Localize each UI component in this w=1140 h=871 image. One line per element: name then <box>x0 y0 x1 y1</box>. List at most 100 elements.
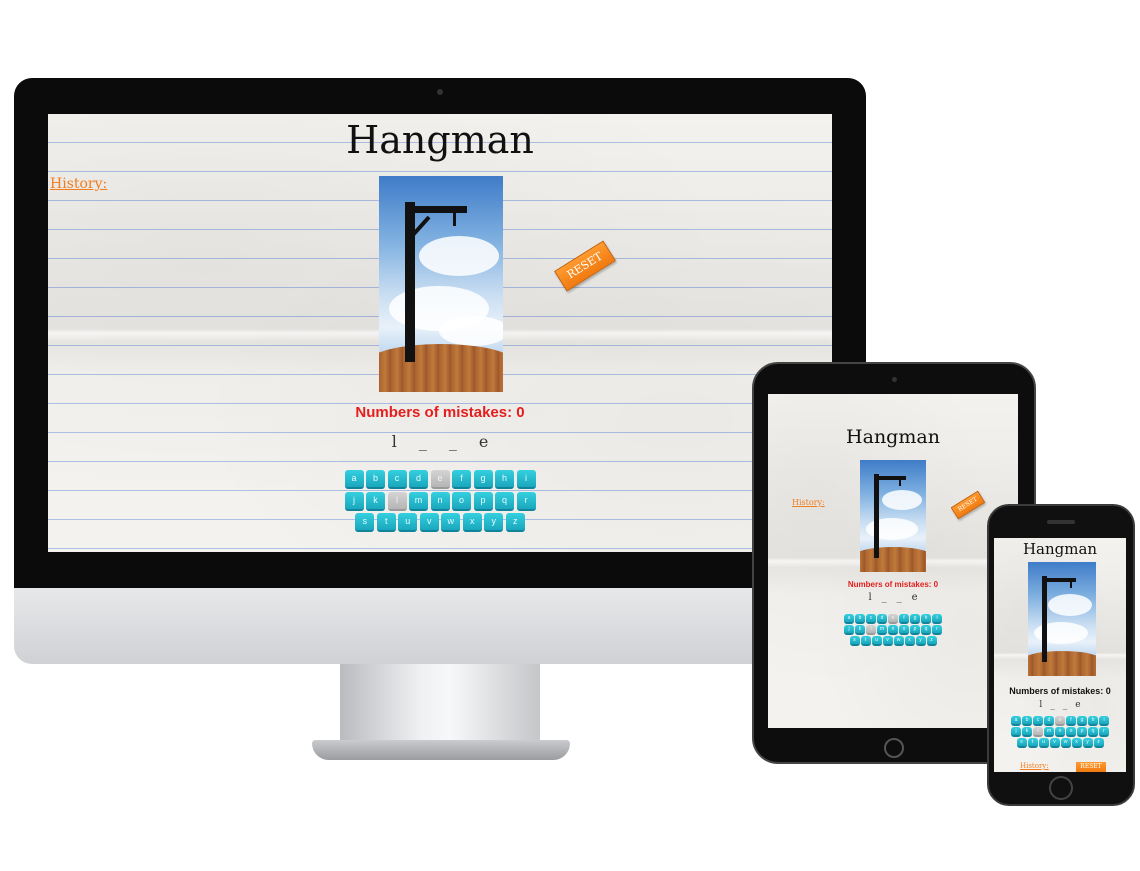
letter-key-p[interactable]: p <box>1077 727 1087 737</box>
letter-key-u[interactable]: u <box>871 636 882 646</box>
desktop-screen: Hangman History: RESET Numbers of mistak… <box>48 114 832 552</box>
letter-key-k[interactable]: k <box>1022 727 1032 737</box>
letter-key-z[interactable]: z <box>926 636 937 646</box>
letter-key-b[interactable]: b <box>366 470 385 489</box>
letter-key-b[interactable]: b <box>1022 716 1032 726</box>
reset-button[interactable]: RESET <box>554 240 616 292</box>
letter-key-o[interactable]: o <box>452 491 471 511</box>
letter-key-t[interactable]: t <box>376 513 396 532</box>
letter-key-g[interactable]: g <box>473 470 493 489</box>
letter-key-n[interactable]: n <box>430 491 450 511</box>
letter-key-v[interactable]: v <box>882 636 893 646</box>
letter-key-d[interactable]: d <box>877 614 887 624</box>
letter-key-z[interactable]: z <box>505 513 525 532</box>
letter-key-m[interactable]: m <box>409 491 428 511</box>
letter-key-y[interactable]: y <box>915 636 926 646</box>
history-link[interactable]: History: <box>792 498 825 507</box>
letter-key-s[interactable]: s <box>849 636 860 646</box>
letter-key-a[interactable]: a <box>1011 716 1021 726</box>
letter-key-f[interactable]: f <box>452 470 471 489</box>
word-display: l _ _ e <box>994 700 1126 710</box>
letter-key-f[interactable]: f <box>899 614 909 624</box>
letter-key-d[interactable]: d <box>1044 716 1054 726</box>
letter-key-t[interactable]: t <box>860 636 871 646</box>
letter-key-c[interactable]: c <box>387 470 407 489</box>
keyboard-row: stuvwxyz <box>849 636 937 646</box>
letter-key-l[interactable]: l <box>866 625 876 635</box>
page-title: Hangman <box>346 118 534 162</box>
letter-key-q[interactable]: q <box>495 491 514 511</box>
letter-key-g[interactable]: g <box>1077 716 1087 726</box>
letter-key-k[interactable]: k <box>366 491 385 511</box>
letter-key-x[interactable]: x <box>1071 738 1082 748</box>
keyboard-row: stuvwxyz <box>1016 738 1104 748</box>
letter-key-h[interactable]: h <box>495 470 514 489</box>
letter-key-y[interactable]: y <box>1082 738 1093 748</box>
keyboard-row: jklmnopqr <box>343 491 537 511</box>
letter-key-h[interactable]: h <box>1088 716 1098 726</box>
history-link[interactable]: History: <box>50 176 107 192</box>
phone-screen: Hangman Numbers of mistakes: 0 l _ _ e a… <box>994 538 1126 772</box>
letter-key-u[interactable]: u <box>398 513 418 532</box>
letter-key-p[interactable]: p <box>910 625 920 635</box>
letter-key-n[interactable]: n <box>1055 727 1065 737</box>
letter-key-j[interactable]: j <box>844 625 854 635</box>
letter-key-a[interactable]: a <box>844 614 854 624</box>
word-slot: _ <box>1062 700 1068 710</box>
letter-key-e[interactable]: e <box>1055 716 1065 726</box>
letter-key-v[interactable]: v <box>1049 738 1060 748</box>
letter-key-c[interactable]: c <box>1033 716 1043 726</box>
page-title: Hangman <box>846 426 940 448</box>
letter-key-u[interactable]: u <box>1038 738 1049 748</box>
letter-keyboard: abcdefghijklmnopqrstuvwxyz <box>768 614 1018 647</box>
letter-key-q[interactable]: q <box>1088 727 1098 737</box>
letter-key-o[interactable]: o <box>1066 727 1076 737</box>
letter-key-e[interactable]: e <box>888 614 898 624</box>
letter-key-w[interactable]: w <box>893 636 904 646</box>
letter-key-f[interactable]: f <box>1066 716 1076 726</box>
letter-key-h[interactable]: h <box>921 614 931 624</box>
letter-key-x[interactable]: x <box>462 513 482 532</box>
letter-key-w[interactable]: w <box>441 513 461 532</box>
letter-key-v[interactable]: v <box>419 513 439 532</box>
letter-key-e[interactable]: e <box>430 470 450 489</box>
letter-key-q[interactable]: q <box>921 625 931 635</box>
letter-key-i[interactable]: i <box>516 470 536 489</box>
letter-key-i[interactable]: i <box>932 614 942 624</box>
letter-key-c[interactable]: c <box>866 614 876 624</box>
letter-key-m[interactable]: m <box>877 625 887 635</box>
letter-key-l[interactable]: l <box>1033 727 1043 737</box>
history-link[interactable]: History: <box>1020 762 1049 770</box>
letter-key-i[interactable]: i <box>1099 716 1109 726</box>
letter-key-n[interactable]: n <box>888 625 898 635</box>
letter-key-s[interactable]: s <box>1016 738 1027 748</box>
page-title: Hangman <box>1022 540 1098 558</box>
letter-key-a[interactable]: a <box>344 470 364 489</box>
letter-key-t[interactable]: t <box>1027 738 1038 748</box>
keyboard-row: jklmnopqr <box>844 625 943 635</box>
letter-key-r[interactable]: r <box>932 625 942 635</box>
letter-key-l[interactable]: l <box>387 491 407 511</box>
letter-key-r[interactable]: r <box>516 491 536 511</box>
letter-key-r[interactable]: r <box>1099 727 1109 737</box>
desktop-monitor-foot <box>312 740 570 760</box>
letter-key-s[interactable]: s <box>355 513 375 532</box>
letter-key-x[interactable]: x <box>904 636 915 646</box>
letter-key-m[interactable]: m <box>1044 727 1054 737</box>
letter-key-o[interactable]: o <box>899 625 909 635</box>
letter-key-p[interactable]: p <box>473 491 493 511</box>
letter-key-j[interactable]: j <box>1011 727 1021 737</box>
letter-key-k[interactable]: k <box>855 625 865 635</box>
reset-button[interactable]: RESET <box>1076 762 1106 772</box>
phone-speaker <box>1047 520 1075 524</box>
keyboard-row: abcdefghi <box>343 470 537 489</box>
letter-key-j[interactable]: j <box>344 491 364 511</box>
letter-key-w[interactable]: w <box>1060 738 1071 748</box>
reset-button[interactable]: RESET <box>950 490 986 520</box>
word-slot: _ <box>881 592 887 603</box>
letter-key-b[interactable]: b <box>855 614 865 624</box>
letter-key-y[interactable]: y <box>484 513 504 532</box>
letter-key-g[interactable]: g <box>910 614 920 624</box>
letter-key-d[interactable]: d <box>409 470 428 489</box>
letter-key-z[interactable]: z <box>1093 738 1104 748</box>
